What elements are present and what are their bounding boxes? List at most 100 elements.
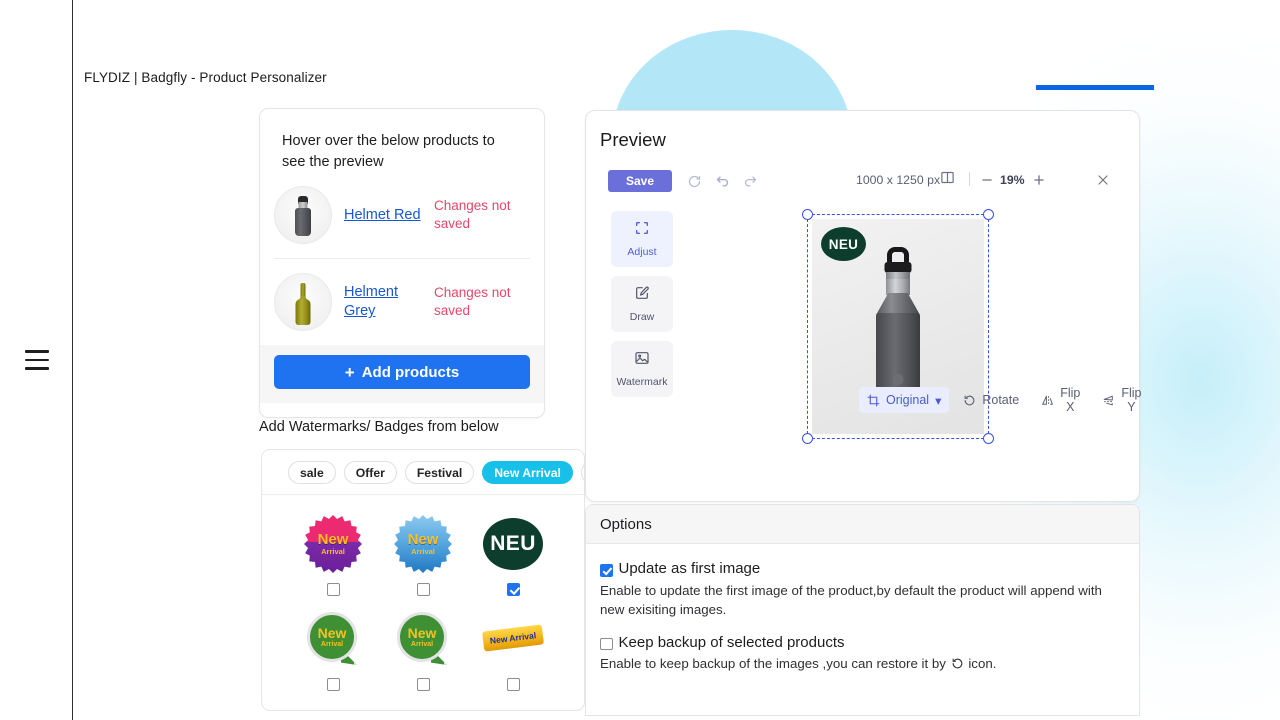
pencil-icon [634,285,650,306]
app-root: FLYDIZ | Badgfly - Product Personalizer … [0,0,1280,720]
resize-handle-top-left[interactable] [802,209,813,220]
close-icon[interactable] [1093,170,1113,190]
watermarks-section-title: Add Watermarks/ Badges from below [259,419,499,435]
keep-backup-label: Keep backup of selected products [618,633,845,651]
badge-checkbox[interactable] [416,583,430,596]
badge-label-line2: Arrival [320,641,344,648]
badge-label-line1: New Arrival [489,630,537,646]
aspect-ratio-original-button[interactable]: Original ▾ [859,387,950,413]
restore-icon [951,657,964,676]
editor-toolbar: Save 1000 x 1250 px 19% [600,170,1125,200]
badge-cell: NEU [468,503,558,596]
badge-cell: New Arrival [378,598,468,691]
badge-label-line1: New [317,625,347,641]
rotate-button[interactable]: Rotate [955,387,1027,413]
plus-icon: + [344,362,355,382]
zoom-level: 19% [1000,173,1025,187]
badge-checkbox[interactable] [506,583,520,596]
editor-tool-rail: Adjust Draw Watermark [611,211,673,406]
option-update-first-image: Update as first image Enable to update t… [600,560,1125,620]
keep-backup-description: Enable to keep backup of the images ,you… [600,655,1125,676]
zoom-in-icon[interactable] [1030,171,1048,189]
product-link[interactable]: Helmet Red [344,206,422,225]
crop-icon [634,220,650,241]
keep-backup-description-pre: Enable to keep backup of the images ,you… [600,656,946,672]
zoom-out-icon[interactable] [978,171,996,189]
add-products-button[interactable]: + Add products [274,355,530,390]
decorative-blue-bar [1036,85,1154,90]
badge-burst-pink-icon[interactable]: New Arrival [302,513,364,575]
update-first-image-description: Enable to update the first image of the … [600,582,1102,617]
badge-checkbox[interactable] [506,678,520,691]
tool-draw-label: Draw [629,311,655,323]
flip-y-button[interactable]: Flip Y [1094,386,1149,414]
update-first-image-checkbox[interactable] [600,564,613,577]
tool-draw[interactable]: Draw [611,276,673,332]
left-rail [0,0,73,720]
badge-checkbox[interactable] [326,583,340,596]
watermarks-card: sale Offer Festival New Arrival Sold Out… [261,449,585,711]
tool-adjust-label: Adjust [627,246,657,258]
badge-cell: New Arrival [288,503,378,596]
badge-bubble-green-1-icon[interactable]: New Arrival [302,608,364,670]
badge-label-line2: Arrival [410,641,434,648]
transform-toolbar: Original ▾ Rotate Flip X Flip Y [859,386,1150,414]
image-icon [634,350,650,371]
tab-new-arrival[interactable]: New Arrival [482,461,573,484]
undo-icon[interactable] [710,169,734,193]
tab-festival[interactable]: Festival [404,461,475,484]
preview-panel: Preview Save 1000 x 1250 px 19% Adjust D… [585,110,1142,502]
options-header: Options [586,505,1139,544]
product-row[interactable]: Helmet Red Changes not saved [274,172,530,260]
option-keep-backup: Keep backup of selected products Enable … [600,634,1125,677]
badge-label-line1: NEU [483,518,543,570]
crop-ratio-icon [867,394,880,407]
resize-handle-bottom-left[interactable] [802,433,813,444]
aspect-ratio-label: Original [886,393,930,407]
badge-label-line1: New [407,531,439,549]
tab-offer[interactable]: Offer [343,461,397,484]
flip-x-button[interactable]: Flip X [1033,386,1088,414]
tool-adjust[interactable]: Adjust [611,211,673,267]
product-status: Changes not saved [434,198,511,232]
badge-label-line1: New [407,625,437,641]
tool-watermark[interactable]: Watermark [611,341,673,397]
save-button[interactable]: Save [608,170,672,192]
redo-icon[interactable] [738,169,762,193]
preview-heading: Preview [600,129,666,150]
hamburger-menu-icon[interactable] [25,350,49,370]
badge-burst-blue-icon[interactable]: New Arrival [392,513,454,575]
image-dimensions: 1000 x 1250 px [856,173,941,187]
badge-label-line2: Arrival [321,547,345,557]
compare-split-icon[interactable] [940,170,960,190]
update-first-image-label: Update as first image [618,560,761,577]
keep-backup-checkbox[interactable] [600,637,613,650]
product-thumbnail [274,186,332,245]
badge-ribbon-yellow-icon[interactable]: New Arrival [482,608,544,670]
badge-cell: New Arrival [288,598,378,691]
add-products-label: Add products [361,363,460,381]
badge-label-line2: Arrival [411,547,435,557]
flip-x-label: Flip X [1060,386,1081,414]
badge-neu-oval-icon[interactable]: NEU [482,513,544,575]
product-thumbnail [274,273,332,332]
keep-backup-description-post: icon. [968,656,997,672]
badge-checkbox[interactable] [326,678,340,691]
add-products-area: + Add products [260,345,544,404]
product-status: Changes not saved [434,285,511,319]
tab-sale[interactable]: sale [288,461,336,484]
editor-canvas[interactable]: NEU Original ▾ Rotate Flip X Flip Y [691,203,1142,444]
flip-y-icon [1102,394,1115,407]
options-panel: Options Update as first image Enable to … [585,504,1140,716]
options-body: Update as first image Enable to update t… [586,544,1139,676]
resize-handle-bottom-right[interactable] [983,433,994,444]
flip-y-label: Flip Y [1121,386,1142,414]
badge-checkbox[interactable] [416,678,430,691]
chevron-down-icon: ▾ [935,393,942,408]
product-row[interactable]: Helment Grey Changes not saved [274,259,530,345]
products-card: Hover over the below products to see the… [259,108,545,418]
product-link[interactable]: Helment Grey [344,283,422,321]
badge-bubble-green-2-icon[interactable]: New Arrival [392,608,454,670]
resize-handle-top-right[interactable] [983,209,994,220]
reset-icon[interactable] [682,169,706,193]
